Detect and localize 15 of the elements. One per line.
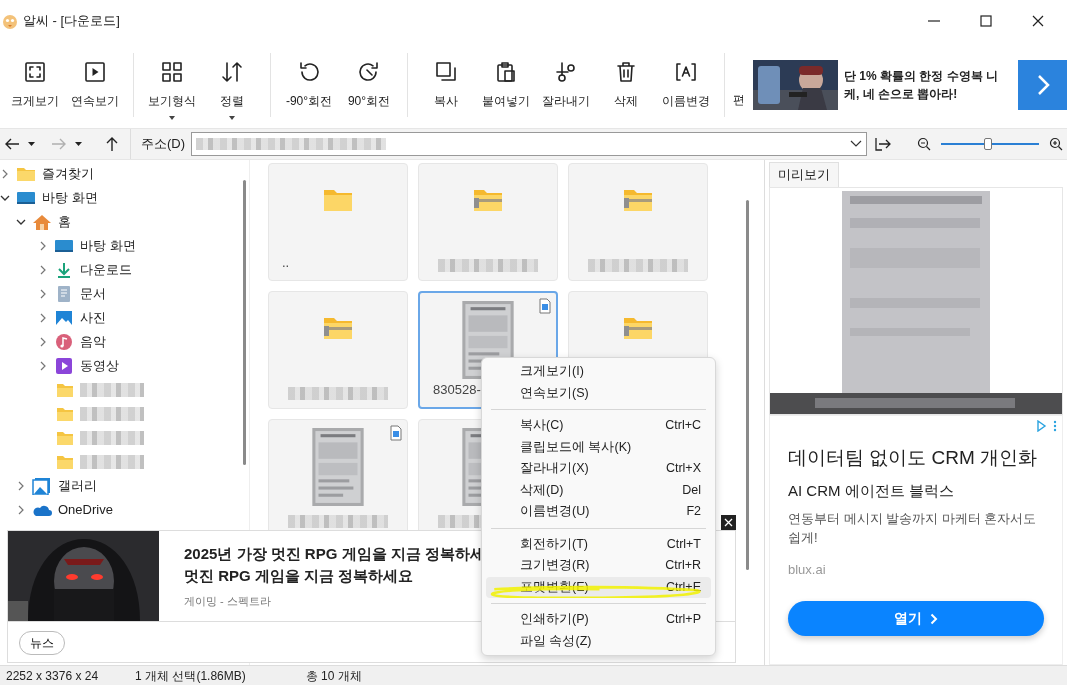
file-name: 830528-	[433, 380, 481, 399]
ad-description: 연동부터 메시지 발송까지 마케터 혼자서도 쉽게!	[788, 509, 1038, 547]
ad-subtitle: AI CRM 에이전트 블럭스	[788, 481, 955, 501]
status-text: 1 개체 선택(1.86MB)	[135, 667, 246, 685]
file-name: ..	[282, 253, 290, 272]
window-title: 알씨 - [다운로드]	[23, 12, 120, 31]
address-label: 주소(D)	[141, 135, 186, 154]
ad-headline: 단 1% 확률의 한정 수영복 니케, 네 손으로 뽑아라!	[844, 68, 999, 103]
toolbar-label: 편	[733, 92, 743, 109]
status-text: 2252 x 3376 x 24	[6, 667, 99, 685]
ad-domain: blux.ai	[788, 560, 827, 579]
ad-headline: 데이터팀 없이도 CRM 개인화	[788, 445, 1039, 470]
ad-source: 게이밍 - 스펙트라	[184, 594, 272, 609]
ad-headline: 멋진 RPG 게임을 지금 정복하세요	[184, 566, 415, 586]
status-text: 총 10 개체	[305, 667, 362, 685]
